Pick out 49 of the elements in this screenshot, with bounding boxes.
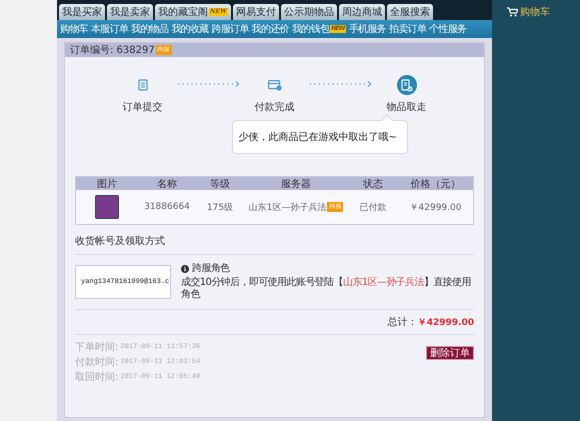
subnav-link[interactable]: 购物车	[60, 22, 88, 36]
step-label: 物品取走	[386, 100, 426, 114]
nav-tab[interactable]: 我是买家	[59, 4, 105, 20]
column-header: 图片	[97, 178, 117, 191]
column-header: 名称	[157, 178, 177, 191]
delete-order-button[interactable]: 删除订单	[426, 346, 474, 360]
total-label: 总计：	[388, 316, 418, 329]
table-cell: 31886664	[144, 202, 190, 212]
time-label: 付款时间:	[75, 356, 118, 369]
subnav-link[interactable]: 个性服务	[429, 22, 466, 36]
order-number: 订单编号: 638297	[70, 44, 155, 57]
subnav-link[interactable]: 本服订单	[90, 22, 128, 36]
column-header: 服务器	[281, 178, 311, 191]
step-label: 付款完成	[254, 100, 294, 114]
column-header: 状态	[363, 178, 383, 191]
section-title: 收货帐号及领取方式	[75, 234, 474, 255]
info-icon	[181, 265, 189, 273]
subnav-link[interactable]: 我的还价	[252, 22, 289, 36]
card-icon	[268, 80, 282, 90]
clipboard-icon	[138, 79, 148, 91]
subnav-link[interactable]: 跨服订单	[212, 22, 249, 36]
nav-tab[interactable]: 公示期物品	[280, 4, 337, 20]
avatar-placeholder	[95, 195, 119, 219]
nav-tab[interactable]: 全服搜索	[386, 4, 433, 20]
dotted-arrow	[176, 81, 240, 87]
cart-link[interactable]: 购物车	[507, 5, 550, 19]
subnav-link[interactable]: 我的收藏	[171, 22, 209, 36]
time-label: 取回时间:	[75, 370, 118, 384]
table-cell-text: ￥42999.00	[410, 202, 462, 214]
total-value: ￥42999.00	[418, 316, 474, 328]
receipt-check-icon	[400, 78, 412, 92]
subnav-link[interactable]: 我的物品	[131, 22, 168, 36]
column-header: 价格（元）	[410, 178, 460, 191]
cart-icon	[507, 7, 518, 17]
message-text: 少侠，此商品已在游戏中取出了哦~	[238, 130, 397, 144]
dotted-arrow	[308, 81, 372, 87]
column-header: 等级	[210, 178, 230, 191]
nav-tab[interactable]: 周边商城	[338, 4, 385, 20]
nav-tab[interactable]: 我是卖家	[107, 4, 153, 20]
time-label: 下单时间:	[75, 340, 118, 354]
step-label: 订单提交	[122, 100, 162, 114]
table-cell-text: 175级	[206, 202, 234, 214]
subnav-link[interactable]: 拍卖订单	[388, 22, 426, 36]
server-link[interactable]: 山东1区—孙子兵法	[342, 277, 424, 288]
nav-tab[interactable]: 网易支付	[232, 4, 279, 20]
table-cell-text: 已付款	[360, 202, 386, 214]
note-text: 成交10分钟后，即可使用此账号登陆【山东1区—孙子兵法】直接使用角色	[181, 277, 472, 301]
note-title: 跨服角色	[192, 263, 230, 275]
subnav-link[interactable]: 手机服务	[348, 22, 386, 36]
